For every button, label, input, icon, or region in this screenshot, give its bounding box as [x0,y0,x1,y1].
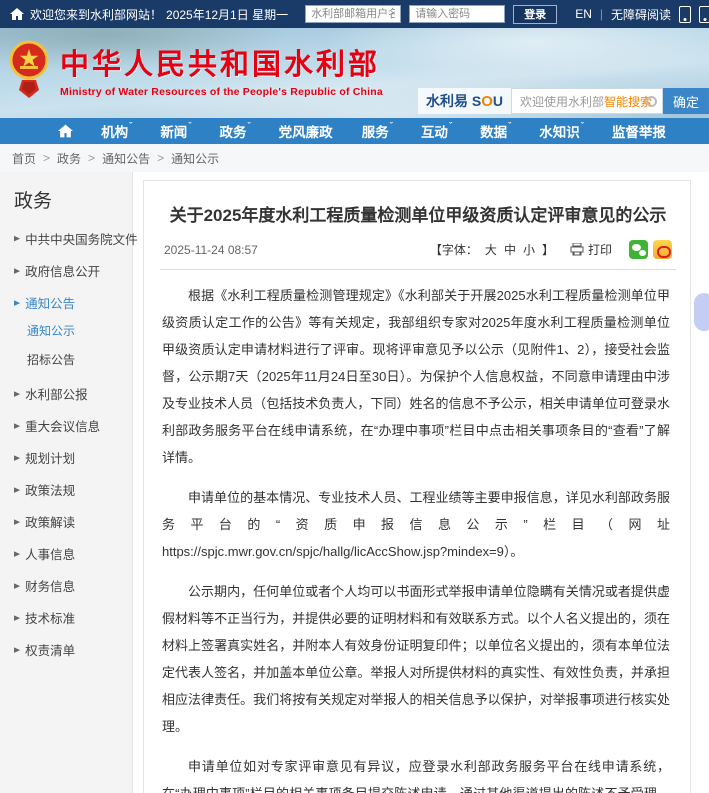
site-title-en: Ministry of Water Resources of the Peopl… [60,86,383,98]
search-logo: 水利易 SOU [418,88,511,114]
font-size-controls: 【字体： 大 中 小 】 [430,241,554,258]
sidebar-item-personnel[interactable]: ▶人事信息 [14,544,132,563]
topbar: 欢迎您来到水利部网站！ 2025年12月1日 星期一 登录 EN | 无障碍阅读 [0,0,709,28]
site-title: 中华人民共和国水利部 [60,41,383,83]
wechat-share-icon[interactable] [629,240,648,259]
triangle-icon: ▶ [14,485,20,493]
printer-icon [570,243,584,256]
nav-item-data[interactable]: 数据ˇ [480,121,511,141]
triangle-icon: ▶ [14,389,20,397]
triangle-icon: ▶ [14,298,20,306]
article-body: 根据《水利工程质量检测管理规定》《水利部关于开展2025水利工程质量检测单位甲级… [160,270,676,793]
nav-item-knowledge[interactable]: 水知识ˇ [539,121,584,141]
paragraph: 公示期内，任何单位或者个人均可以书面形式举报申请单位隐瞒有关情况或者提供虚假材料… [162,578,670,740]
print-button[interactable]: 打印 [570,241,612,258]
paragraph: 申请单位的基本情况、专业技术人员、工程业绩等主要申报信息，详见水利部政务服务平台… [162,484,670,565]
site-banner: 中华人民共和国水利部 Ministry of Water Resources o… [0,28,709,118]
sidebar-subitem-notice-publicity[interactable]: 通知公示 [27,322,132,339]
paragraph: 申请单位如对专家评审意见有异议，应登录水利部政务服务平台在线申请系统，在“办理中… [162,753,670,793]
nav-item-services[interactable]: 服务ˇ [362,121,393,141]
article-panel: 关于2025年度水利工程质量检测单位甲级资质认定评审意见的公示 2025-11-… [143,180,691,793]
email-username-input[interactable] [305,5,401,23]
mobile-phone-icon[interactable] [679,6,691,23]
article-meta: 2025-11-24 08:57 【字体： 大 中 小 】 打印 [160,240,676,270]
nav-item-news[interactable]: 新闻ˇ [160,121,191,141]
site-search-input[interactable]: 欢迎使用水利部智能搜索 [511,88,663,114]
password-input[interactable] [409,5,505,23]
nav-item-supervision[interactable]: 监督举报 [612,121,667,141]
triangle-icon: ▶ [14,517,20,525]
search-submit-button[interactable]: 确定 [663,88,709,114]
sidebar-item-central-docs[interactable]: ▶中共中央国务院文件 [14,229,132,248]
voice-search-icon[interactable] [646,96,657,107]
article-title: 关于2025年度水利工程质量检测单位甲级资质认定评审意见的公示 [160,201,676,226]
login-button[interactable]: 登录 [513,5,557,24]
lang-en-link[interactable]: EN [575,7,592,21]
nav-home-icon[interactable] [58,124,73,138]
triangle-icon: ▶ [14,549,20,557]
sidebar-item-major-meetings[interactable]: ▶重大会议信息 [14,416,132,435]
breadcrumb: 首页 > 政务 > 通知公告 > 通知公示 [0,144,709,172]
page: 欢迎您来到水利部网站！ 2025年12月1日 星期一 登录 EN | 无障碍阅读 [0,0,709,793]
accessibility-link[interactable]: 无障碍阅读 [611,6,671,23]
triangle-icon: ▶ [14,581,20,589]
breadcrumb-current: 通知公示 [171,150,219,167]
sidebar-item-info-disclosure[interactable]: ▶政府信息公开 [14,261,132,280]
font-size-large[interactable]: 大 [485,241,497,258]
publish-date: 2025-11-24 08:57 [164,243,258,257]
sidebar-item-notices[interactable]: ▶通知公告 [14,293,132,312]
triangle-icon: ▶ [14,645,20,653]
topbar-date: 2025年12月1日 星期一 [166,6,288,23]
sidebar-title: 政务 [14,186,132,213]
home-icon[interactable] [10,8,24,20]
welcome-text: 欢迎您来到水利部网站！ [30,6,162,23]
triangle-icon: ▶ [14,613,20,621]
sidebar-item-policies-laws[interactable]: ▶政策法规 [14,480,132,499]
breadcrumb-home[interactable]: 首页 [12,150,36,167]
font-size-small[interactable]: 小 [523,241,535,258]
nav-item-party[interactable]: 党风廉政 [279,121,334,141]
tablet-icon[interactable] [699,6,709,23]
site-search: 水利易 SOU 欢迎使用水利部智能搜索 确定 [418,88,709,114]
nav-item-orgs[interactable]: 机构ˇ [101,121,132,141]
sidebar-item-tech-standards[interactable]: ▶技术标准 [14,608,132,627]
scrollbar-thumb[interactable] [694,293,709,331]
sidebar-subitem-bidding[interactable]: 招标公告 [27,351,132,368]
font-size-medium[interactable]: 中 [504,241,516,258]
sidebar-item-policy-interpretation[interactable]: ▶政策解读 [14,512,132,531]
triangle-icon: ▶ [14,421,20,429]
national-emblem-icon [8,40,50,98]
nav-item-interact[interactable]: 互动ˇ [421,121,452,141]
triangle-icon: ▶ [14,453,20,461]
nav-item-govaffairs[interactable]: 政务ˇ [219,121,250,141]
sidebar-item-bulletin[interactable]: ▶水利部公报 [14,384,132,403]
sidebar-item-finance[interactable]: ▶财务信息 [14,576,132,595]
site-brand: 中华人民共和国水利部 Ministry of Water Resources o… [8,40,383,98]
sidebar-item-responsibility-list[interactable]: ▶权责清单 [14,640,132,659]
triangle-icon: ▶ [14,234,20,242]
paragraph: 根据《水利工程质量检测管理规定》《水利部关于开展2025水利工程质量检测单位甲级… [162,282,670,471]
breadcrumb-govaffairs[interactable]: 政务 [57,150,81,167]
sidebar-item-plans[interactable]: ▶规划计划 [14,448,132,467]
triangle-icon: ▶ [14,266,20,274]
weibo-share-icon[interactable] [653,240,672,259]
main-nav: 机构ˇ 新闻ˇ 政务ˇ 党风廉政 服务ˇ 互动ˇ 数据ˇ 水知识ˇ 监督举报 [0,118,709,144]
sidebar: 政务 ▶中共中央国务院文件 ▶政府信息公开 ▶通知公告 通知公示 招标公告 ▶水… [0,172,133,793]
breadcrumb-notices[interactable]: 通知公告 [102,150,150,167]
